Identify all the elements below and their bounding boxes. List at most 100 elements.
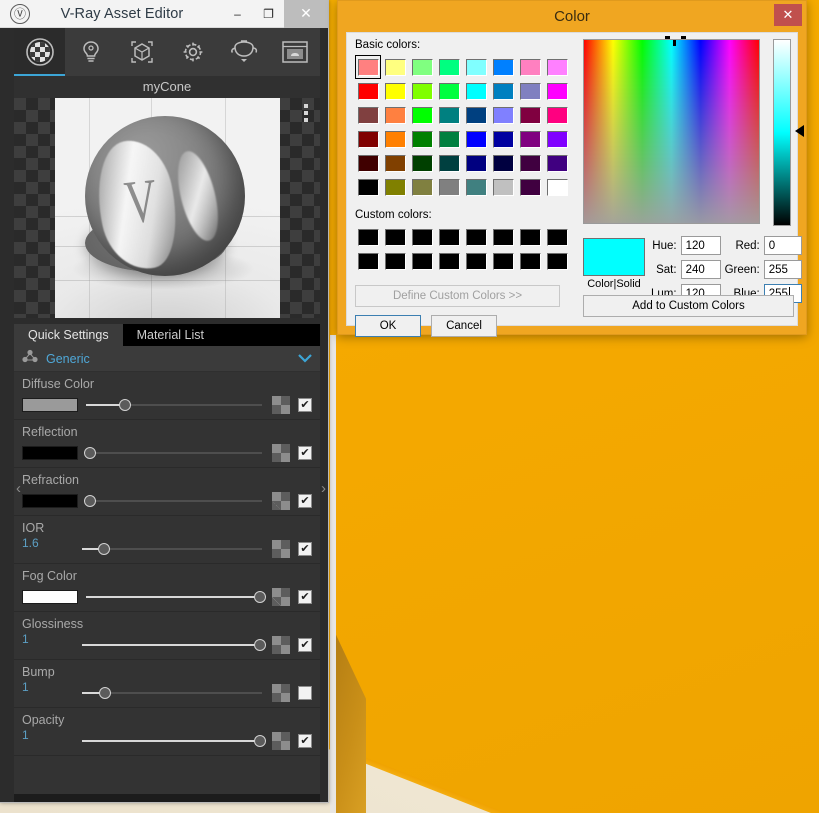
custom-color-swatch[interactable]: [409, 249, 435, 273]
vray-titlebar[interactable]: Ⓥ V-Ray Asset Editor – ❐ ✕: [0, 0, 328, 28]
toolbar-materials-tab[interactable]: [14, 28, 65, 76]
property-enable-checkbox[interactable]: [298, 686, 312, 700]
custom-color-swatch[interactable]: [355, 249, 381, 273]
custom-color-swatch[interactable]: [517, 249, 543, 273]
red-input[interactable]: 0: [763, 236, 802, 255]
texture-slot-icon[interactable]: [272, 492, 290, 510]
basic-color-swatch[interactable]: [490, 151, 516, 175]
property-slider[interactable]: [82, 542, 262, 556]
basic-color-swatch[interactable]: [517, 175, 543, 199]
property-color-swatch[interactable]: [22, 398, 78, 412]
custom-color-swatch[interactable]: [490, 225, 516, 249]
preview-options-menu-icon[interactable]: [304, 104, 308, 122]
tab-quick-settings[interactable]: Quick Settings: [14, 324, 123, 346]
property-color-swatch[interactable]: [22, 590, 78, 604]
basic-color-swatch[interactable]: [544, 127, 570, 151]
basic-color-swatch[interactable]: [382, 79, 408, 103]
ok-button[interactable]: OK: [355, 315, 421, 337]
property-slider[interactable]: [82, 686, 262, 700]
basic-color-swatch[interactable]: [544, 103, 570, 127]
basic-color-swatch[interactable]: [409, 127, 435, 151]
basic-color-swatch[interactable]: [544, 175, 570, 199]
custom-color-swatch[interactable]: [517, 225, 543, 249]
basic-color-swatch[interactable]: [544, 79, 570, 103]
property-enable-checkbox[interactable]: ✔: [298, 494, 312, 508]
basic-color-swatch[interactable]: [490, 79, 516, 103]
basic-color-swatch[interactable]: [517, 55, 543, 79]
basic-color-swatch[interactable]: [490, 103, 516, 127]
basic-color-swatch[interactable]: [382, 103, 408, 127]
minimize-button[interactable]: –: [222, 0, 253, 28]
basic-color-swatch[interactable]: [355, 151, 381, 175]
basic-color-swatch[interactable]: [382, 55, 408, 79]
next-material-arrow[interactable]: ›: [321, 480, 326, 497]
basic-color-swatch[interactable]: [490, 175, 516, 199]
texture-slot-icon[interactable]: [272, 444, 290, 462]
basic-color-swatch[interactable]: [544, 151, 570, 175]
basic-color-swatch[interactable]: [463, 79, 489, 103]
basic-color-swatch[interactable]: [409, 55, 435, 79]
property-enable-checkbox[interactable]: ✔: [298, 446, 312, 460]
basic-color-swatch[interactable]: [544, 55, 570, 79]
toolbar-render-window-button[interactable]: [269, 28, 320, 76]
basic-color-swatch[interactable]: [436, 127, 462, 151]
basic-color-swatch[interactable]: [490, 127, 516, 151]
property-slider[interactable]: [82, 638, 267, 652]
property-color-swatch[interactable]: [22, 446, 78, 460]
basic-color-swatch[interactable]: [517, 127, 543, 151]
add-to-custom-colors-button[interactable]: Add to Custom Colors: [583, 295, 794, 317]
property-enable-checkbox[interactable]: ✔: [298, 638, 312, 652]
custom-color-swatch[interactable]: [382, 225, 408, 249]
texture-slot-icon[interactable]: [272, 684, 290, 702]
custom-color-swatch[interactable]: [490, 249, 516, 273]
basic-color-swatch[interactable]: [463, 175, 489, 199]
basic-color-swatch[interactable]: [355, 127, 381, 151]
toolbar-geometry-tab[interactable]: [116, 28, 167, 76]
property-enable-checkbox[interactable]: ✔: [298, 734, 312, 748]
color-dialog-titlebar[interactable]: Color ✕: [338, 1, 806, 32]
basic-color-swatch[interactable]: [409, 151, 435, 175]
custom-color-swatch[interactable]: [544, 249, 570, 273]
custom-color-swatch[interactable]: [463, 225, 489, 249]
define-custom-colors-button[interactable]: Define Custom Colors >>: [355, 285, 560, 307]
basic-color-swatch[interactable]: [409, 175, 435, 199]
color-dialog-close-button[interactable]: ✕: [774, 4, 802, 26]
texture-slot-icon[interactable]: [272, 732, 290, 750]
cancel-button[interactable]: Cancel: [431, 315, 497, 337]
property-slider[interactable]: [86, 590, 267, 604]
basic-color-swatch[interactable]: [382, 151, 408, 175]
custom-color-swatch[interactable]: [463, 249, 489, 273]
basic-color-swatch[interactable]: [517, 103, 543, 127]
basic-color-swatch[interactable]: [382, 175, 408, 199]
hue-input[interactable]: 120: [680, 236, 721, 255]
material-type-row[interactable]: Generic: [14, 346, 320, 372]
basic-color-swatch[interactable]: [355, 175, 381, 199]
basic-color-swatch[interactable]: [355, 79, 381, 103]
luminance-slider[interactable]: [773, 39, 791, 226]
texture-slot-icon[interactable]: [272, 396, 290, 414]
green-input[interactable]: 255: [763, 260, 802, 279]
basic-color-swatch[interactable]: [463, 151, 489, 175]
custom-color-swatch[interactable]: [436, 249, 462, 273]
sat-input[interactable]: 240: [680, 260, 721, 279]
texture-slot-icon[interactable]: [272, 540, 290, 558]
basic-color-swatch[interactable]: [409, 103, 435, 127]
basic-color-swatch[interactable]: [436, 175, 462, 199]
basic-color-swatch[interactable]: [382, 127, 408, 151]
basic-color-swatch[interactable]: [463, 127, 489, 151]
basic-color-swatch[interactable]: [436, 151, 462, 175]
property-slider[interactable]: [83, 494, 262, 508]
toolbar-lights-tab[interactable]: [65, 28, 116, 76]
basic-color-swatch[interactable]: [463, 103, 489, 127]
toolbar-preview-teapot-button[interactable]: [218, 28, 269, 76]
basic-color-swatch[interactable]: [436, 79, 462, 103]
close-button[interactable]: ✕: [284, 0, 328, 28]
property-slider[interactable]: [82, 734, 267, 748]
basic-color-swatch[interactable]: [355, 55, 381, 79]
tab-material-list[interactable]: Material List: [123, 324, 218, 346]
custom-color-swatch[interactable]: [409, 225, 435, 249]
property-enable-checkbox[interactable]: ✔: [298, 542, 312, 556]
toolbar-settings-tab[interactable]: [167, 28, 218, 76]
material-preview-render[interactable]: V: [55, 98, 280, 318]
property-slider[interactable]: [86, 398, 262, 412]
